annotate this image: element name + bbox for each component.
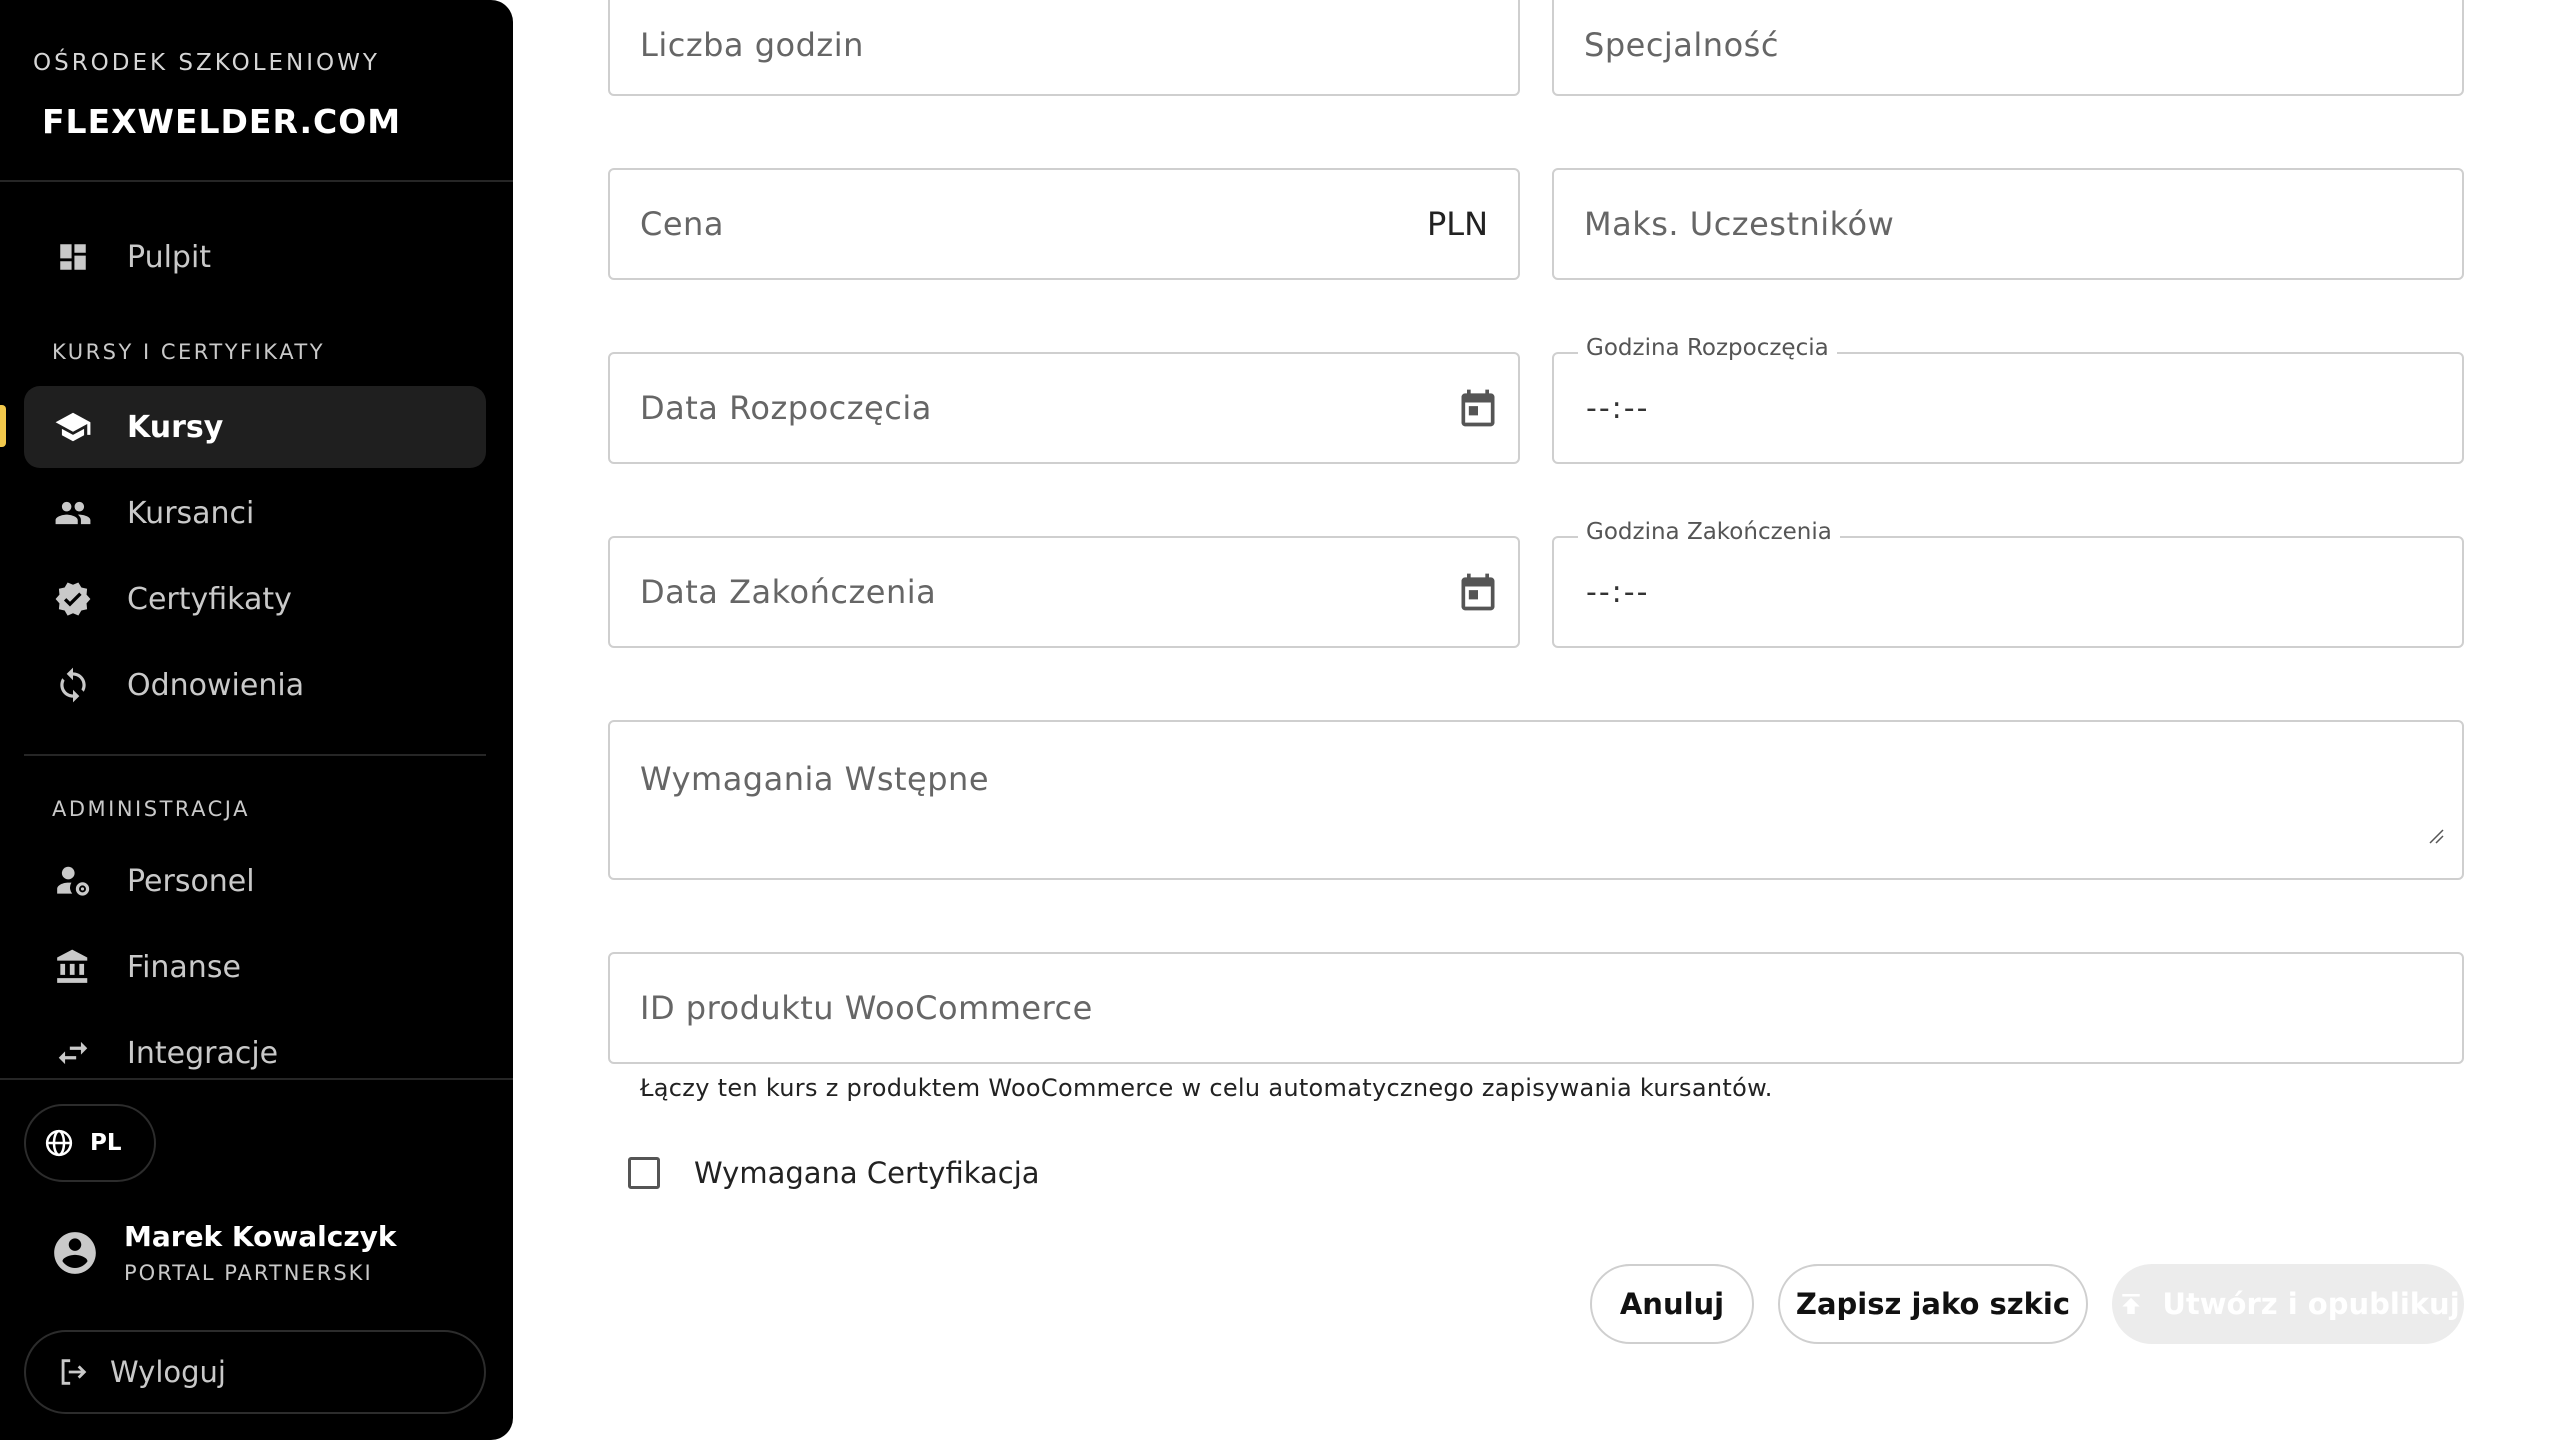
end-date-placeholder: Data Zakończenia [640,573,937,611]
sidebar-item-label: Pulpit [127,239,212,275]
price-placeholder: Cena [640,205,724,243]
sidebar-item-certificates[interactable]: Certyfikaty [24,558,486,640]
specialty-placeholder: Specjalność [1584,26,1779,64]
price-field[interactable]: Cena PLN [608,168,1520,280]
graduation-cap-icon [53,407,93,447]
active-indicator [0,405,6,447]
end-time-label: Godzina Zakończenia [1578,519,1840,545]
certification-required-checkbox[interactable] [628,1157,660,1189]
sidebar-divider [0,180,513,182]
cancel-button[interactable]: Anuluj [1590,1264,1754,1344]
sidebar-item-label: Finanse [127,949,241,985]
end-date-field[interactable]: Data Zakończenia [608,536,1520,648]
prerequisites-placeholder: Wymagania Wstępne [640,760,989,798]
dashboard-icon [53,237,93,277]
user-gear-icon [53,861,93,901]
bank-icon [53,947,93,987]
resize-handle-icon[interactable] [2428,828,2444,848]
max-participants-placeholder: Maks. Uczestników [1584,205,1895,243]
user-name: Marek Kowalczyk [124,1220,397,1253]
brand-logo[interactable]: FLEXWELDER.COM [42,102,401,141]
sidebar-item-label: Odnowienia [127,667,305,703]
user-profile[interactable]: Marek Kowalczyk PORTAL PARTNERSKI [50,1220,397,1285]
sidebar-item-renewals[interactable]: Odnowienia [24,644,486,726]
sidebar-item-dashboard[interactable]: Pulpit [24,216,486,298]
globe-icon [44,1128,74,1158]
language-label: PL [90,1130,122,1156]
specialty-field[interactable]: Specjalność [1552,0,2464,96]
section-label-courses: KURSY I CERTYFIKATY [52,340,326,364]
language-switcher[interactable]: PL [24,1104,156,1182]
prerequisites-textarea[interactable]: Wymagania Wstępne [608,720,2464,880]
start-date-field[interactable]: Data Rozpoczęcia [608,352,1520,464]
publish-button-label: Utwórz i opublikuj [2162,1287,2460,1321]
verified-badge-icon [53,579,93,619]
certification-required-row[interactable]: Wymagana Certyfikacja [628,1156,1040,1190]
save-draft-button-label: Zapisz jako szkic [1795,1287,2071,1321]
start-time-field[interactable]: Godzina Rozpoczęcia --:-- [1552,335,2464,464]
sidebar-item-staff[interactable]: Personel [24,840,486,922]
calendar-icon[interactable] [1456,386,1500,430]
sidebar-item-label: Kursanci [127,495,255,531]
logout-button[interactable]: Wyloguj [24,1330,486,1414]
start-time-value: --:-- [1586,390,1650,426]
sidebar-item-courses[interactable]: Kursy [24,386,486,468]
start-date-placeholder: Data Rozpoczęcia [640,389,932,427]
woocommerce-helper-text: Łączy ten kurs z produktem WooCommerce w… [640,1074,1773,1102]
end-time-value: --:-- [1586,574,1650,610]
max-participants-field[interactable]: Maks. Uczestników [1552,168,2464,280]
sidebar-item-integrations[interactable]: Integracje [24,1012,486,1094]
hours-placeholder: Liczba godzin [640,26,864,64]
sidebar-divider [0,1078,513,1080]
people-icon [53,493,93,533]
sidebar-item-label: Personel [127,863,255,899]
end-time-field[interactable]: Godzina Zakończenia --:-- [1552,519,2464,648]
logout-label: Wyloguj [110,1355,226,1389]
sidebar-divider [24,754,486,756]
refresh-icon [53,665,93,705]
sidebar-item-finance[interactable]: Finanse [24,926,486,1008]
upload-icon [2116,1289,2146,1319]
user-role: PORTAL PARTNERSKI [124,1261,373,1285]
hours-field[interactable]: Liczba godzin [608,0,1520,96]
sidebar-item-label: Integracje [127,1035,279,1071]
sidebar-item-students[interactable]: Kursanci [24,472,486,554]
woocommerce-id-placeholder: ID produktu WooCommerce [640,989,1093,1027]
section-label-admin: ADMINISTRACJA [52,797,250,821]
sidebar-item-label: Kursy [127,409,224,445]
certification-required-label: Wymagana Certyfikacja [694,1156,1040,1190]
sidebar: OŚRODEK SZKOLENIOWY FLEXWELDER.COM Pulpi… [0,0,513,1440]
cancel-button-label: Anuluj [1619,1287,1725,1321]
publish-button[interactable]: Utwórz i opublikuj [2112,1264,2464,1344]
swap-arrows-icon [53,1033,93,1073]
price-currency: PLN [1426,205,1488,243]
logout-icon [56,1355,90,1389]
account-circle-icon [50,1228,100,1278]
brand-tagline: OŚRODEK SZKOLENIOWY [33,50,380,76]
start-time-label: Godzina Rozpoczęcia [1578,335,1837,361]
calendar-icon[interactable] [1456,570,1500,614]
save-draft-button[interactable]: Zapisz jako szkic [1778,1264,2088,1344]
sidebar-item-label: Certyfikaty [127,581,292,617]
woocommerce-id-field[interactable]: ID produktu WooCommerce [608,952,2464,1064]
